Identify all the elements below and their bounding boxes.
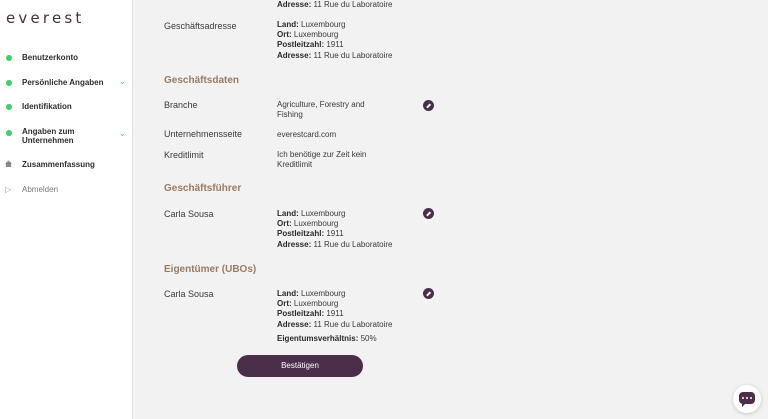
edit-owner-icon[interactable] — [423, 288, 434, 299]
branche-value: Agriculture, Forestry and Fishing — [277, 100, 365, 120]
chat-bubble-icon — [739, 392, 755, 407]
owner-heading: Eigentümer (UBOs) — [164, 264, 257, 275]
business-address-value: Land: Luxembourg Ort: Luxembourg Postlei… — [277, 20, 393, 60]
confirm-button[interactable]: Bestätigen — [237, 355, 363, 377]
credit-limit-label: Kreditlimit — [164, 150, 204, 160]
website-value: everestcard.com — [277, 130, 337, 139]
edit-business-data-icon[interactable] — [423, 100, 434, 111]
sidebar-item-label: Zusammenfassung — [22, 160, 95, 169]
completed-dot-icon — [6, 55, 12, 61]
chat-widget-button[interactable] — [733, 385, 761, 413]
manager-name: Carla Sousa — [164, 209, 214, 219]
owner-address: Land: Luxembourg Ort: Luxembourg Postlei… — [277, 289, 393, 343]
summary-panel: Adresse: 11 Rue du Laboratoire Geschäfts… — [134, 0, 768, 419]
sidebar-item-label: Abmelden — [22, 185, 59, 194]
manager-address: Land: Luxembourg Ort: Luxembourg Postlei… — [277, 209, 393, 249]
branche-label: Branche — [164, 100, 198, 110]
sidebar-item-label: Identifikation — [22, 102, 72, 111]
completed-dot-icon — [6, 130, 12, 136]
logout-icon: ▷ — [5, 185, 12, 194]
owner-name: Carla Sousa — [164, 289, 214, 299]
business-address-label: Geschäftsadresse — [164, 21, 237, 31]
home-icon — [5, 160, 12, 167]
logo[interactable]: everest — [6, 9, 85, 27]
sidebar-item-label: Angaben zum Unternehmen — [22, 127, 75, 145]
business-data-heading: Geschäftsdaten — [164, 75, 240, 86]
sidebar-item-label: Persönliche Angaben — [22, 78, 104, 87]
sidebar: everest Benutzerkonto Persönliche Angabe… — [0, 0, 133, 419]
credit-limit-value: Ich benötige zur Zeit kein Kreditlimit — [277, 150, 367, 170]
sidebar-item-label: Benutzerkonto — [22, 53, 78, 62]
chevron-down-icon[interactable]: ⌄ — [119, 130, 126, 138]
top-address-line: Adresse: 11 Rue du Laboratoire — [277, 0, 393, 9]
edit-manager-icon[interactable] — [423, 208, 434, 219]
chevron-down-icon[interactable]: ⌄ — [119, 78, 126, 86]
manager-heading: Geschäftsführer — [164, 183, 242, 194]
completed-dot-icon — [6, 80, 12, 86]
website-label: Unternehmensseite — [164, 129, 243, 139]
completed-dot-icon — [6, 104, 12, 110]
